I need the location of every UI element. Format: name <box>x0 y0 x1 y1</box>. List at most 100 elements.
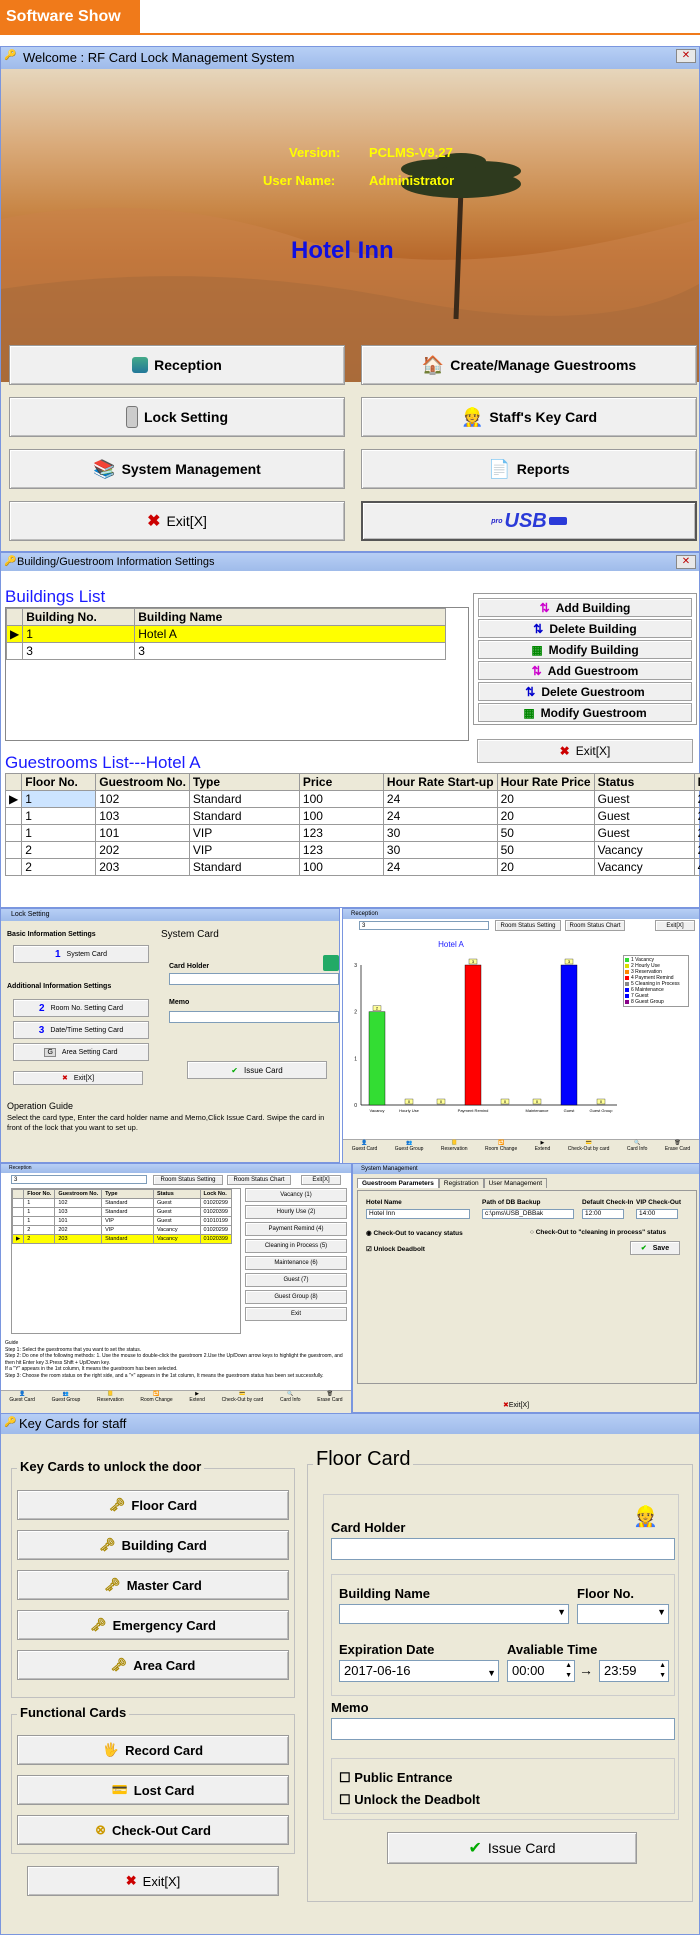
tab-user-management[interactable]: User Management <box>483 1178 548 1188</box>
table-row[interactable]: ▶ 2 203 Standard Vacancy 01020399 <box>11 1234 233 1244</box>
table-row[interactable]: 1 102 Standard Guest 01020299 <box>11 1198 233 1208</box>
room-status-chart-button[interactable]: Room Status Chart <box>565 920 625 931</box>
building-select[interactable]: 3 <box>11 1175 147 1184</box>
expiration-date-picker[interactable]: 2017-06-16 ▼ <box>339 1660 499 1682</box>
checkout-vacancy-radio[interactable]: ◉ Check-Out to vacancy status <box>366 1229 463 1237</box>
tool-guest-group[interactable]: 👥 Guest Group <box>395 1140 424 1163</box>
table-row[interactable]: 33 <box>5 642 446 660</box>
checkin-time-input[interactable]: 12:00 <box>582 1209 624 1219</box>
table-row[interactable]: 1 103 Standard Guest 01020399 <box>11 1207 233 1217</box>
side-exit-button[interactable]: Exit <box>245 1307 347 1321</box>
table-row[interactable]: 2202VIP1233050Vacancy2 <box>5 841 700 859</box>
table-row[interactable]: 2 202 VIP Vacancy 01020299 <box>11 1225 233 1235</box>
building-card-button[interactable]: 🗝 Building Card <box>17 1530 289 1560</box>
table-row[interactable]: 1 101 VIP Guest 01010199 <box>11 1216 233 1226</box>
room-status-chart-button[interactable]: Room Status Chart <box>227 1175 291 1185</box>
tool-erase-card[interactable]: 🗑 Erase Card <box>317 1391 342 1413</box>
lock-setting-button[interactable]: Lock Setting <box>9 397 345 437</box>
issue-card-button[interactable]: ✔ Issue Card <box>187 1061 327 1079</box>
end-time-spinner[interactable]: 23:59 ▲ ▼ <box>599 1660 669 1682</box>
area-card-button[interactable]: 🗝 Area Card <box>17 1650 289 1680</box>
delete-building-button[interactable]: ⇅ Delete Building <box>478 619 692 638</box>
tool-erase-card[interactable]: 🗑 Erase Card <box>665 1140 690 1163</box>
record-card-button[interactable]: 🖐 Record Card <box>17 1735 289 1765</box>
checkout-cleaning-radio[interactable]: ○ Check-Out to "cleaning in process" sta… <box>530 1229 666 1236</box>
checkout-card-button[interactable]: ⊗ Check-Out Card <box>17 1815 289 1845</box>
tool-room-change[interactable]: 🔁 Room Change <box>140 1391 172 1413</box>
tool-guest-card[interactable]: 👤 Guest Card <box>352 1140 378 1163</box>
tool-checkout[interactable]: 💳 Check-Out by card <box>568 1140 610 1163</box>
tool-guest-card[interactable]: 👤 Guest Card <box>9 1391 35 1413</box>
area-setting-button[interactable]: G Area Setting Card <box>13 1043 149 1061</box>
add-guestroom-button[interactable]: ⇅ Add Guestroom <box>478 661 692 680</box>
emergency-card-button[interactable]: 🗝 Emergency Card <box>17 1610 289 1640</box>
modify-guestroom-button[interactable]: ▦ Modify Guestroom <box>478 703 692 722</box>
tool-reservation[interactable]: 📒 Reservation <box>441 1140 468 1163</box>
datetime-setting-button[interactable]: 3 Date/Time Setting Card <box>13 1021 149 1039</box>
reports-button[interactable]: 📄 Reports <box>361 449 697 489</box>
room-status-setting-button[interactable]: Room Status Setting <box>495 920 561 931</box>
maintenance-button[interactable]: Maintenance (6) <box>245 1256 347 1270</box>
tool-reservation[interactable]: 📒 Reservation <box>97 1391 124 1413</box>
usb-button[interactable]: pro USB <box>361 501 697 541</box>
floor-card-button[interactable]: 🗝 Floor Card <box>17 1490 289 1520</box>
tab-guestroom-parameters[interactable]: Guestroom Parameters <box>357 1178 439 1188</box>
staff-exit-button[interactable]: ✖ Exit[X] <box>27 1866 279 1896</box>
tool-checkout[interactable]: 💳 Check-Out by card <box>222 1391 264 1413</box>
close-button[interactable]: ✕ <box>676 49 696 63</box>
save-button[interactable]: ✔ Save <box>630 1241 680 1255</box>
table-row[interactable]: ▶1102Standard1002420Guest2 <box>5 790 700 808</box>
reception-button[interactable]: Reception <box>9 345 345 385</box>
staff-key-card-button[interactable]: 👷 Staff's Key Card <box>361 397 697 437</box>
master-card-button[interactable]: 🗝 Master Card <box>17 1570 289 1600</box>
hotel-name-input[interactable]: Hotel Inn <box>366 1209 470 1219</box>
building-name-select[interactable]: ▼ <box>339 1604 569 1624</box>
table-row[interactable]: 1103Standard1002420Guest2 <box>5 807 700 825</box>
vip-checkout-input[interactable]: 14:00 <box>636 1209 678 1219</box>
add-building-button[interactable]: ⇅ Add Building <box>478 598 692 617</box>
delete-guestroom-button[interactable]: ⇅ Delete Guestroom <box>478 682 692 701</box>
issue-card-button[interactable]: ✔ Issue Card <box>387 1832 637 1864</box>
card-holder-input[interactable] <box>169 973 339 985</box>
close-button[interactable]: ✕ <box>676 555 696 569</box>
tool-room-change[interactable]: 🔁 Room Change <box>485 1140 517 1163</box>
system-management-button[interactable]: 📚 System Management <box>9 449 345 489</box>
start-time-spinner[interactable]: 00:00 ▲ ▼ <box>507 1660 575 1682</box>
table-row[interactable]: 2203Standard1002420Vacancy4 <box>5 858 700 876</box>
guest-group-button[interactable]: Guest Group (8) <box>245 1290 347 1304</box>
reception-exit-button[interactable]: Exit[X] <box>301 1175 341 1185</box>
cleaning-button[interactable]: Cleaning in Process (5) <box>245 1239 347 1253</box>
tool-extend[interactable]: ▶ Extend <box>189 1391 205 1413</box>
table-row[interactable]: ▶ 1 Hotel A <box>5 625 446 643</box>
exit-button[interactable]: ✖ Exit[X] <box>9 501 345 541</box>
sysmgmt-exit-button[interactable]: ✖Exit[X] <box>503 1401 529 1409</box>
room-status-setting-button[interactable]: Room Status Setting <box>153 1175 223 1185</box>
public-entrance-checkbox[interactable]: ☐ Public Entrance <box>339 1770 453 1786</box>
unlock-deadbolt-checkbox[interactable]: ☐ Unlock the Deadbolt <box>339 1792 480 1808</box>
db-path-input[interactable]: c:\pms\USB_DBBak <box>482 1209 574 1219</box>
lost-card-button[interactable]: 💳 Lost Card <box>17 1775 289 1805</box>
hourly-use-button[interactable]: Hourly Use (2) <box>245 1205 347 1219</box>
modify-building-button[interactable]: ▦ Modify Building <box>478 640 692 659</box>
tool-card-info[interactable]: 🔍 Card Info <box>280 1391 301 1413</box>
chart-exit-button[interactable]: Exit[X] <box>655 920 695 931</box>
tool-extend[interactable]: ▶ Extend <box>535 1140 551 1163</box>
tab-registration[interactable]: Registration <box>438 1178 484 1188</box>
lock-exit-button[interactable]: ✖ Exit[X] <box>13 1071 143 1085</box>
building-select[interactable]: 3 <box>359 921 489 930</box>
system-card-button[interactable]: 1 System Card <box>13 945 149 963</box>
memo-input[interactable] <box>169 1011 339 1023</box>
payment-remind-button[interactable]: Payment Remind (4) <box>245 1222 347 1236</box>
memo-input[interactable] <box>331 1718 675 1740</box>
create-manage-guestrooms-button[interactable]: 🏠 Create/Manage Guestrooms <box>361 345 697 385</box>
building-exit-button[interactable]: ✖ Exit[X] <box>477 739 693 763</box>
floor-no-select[interactable]: ▼ <box>577 1604 669 1624</box>
card-holder-input[interactable] <box>331 1538 675 1560</box>
tool-card-info[interactable]: 🔍 Card Info <box>627 1140 648 1163</box>
table-row[interactable]: 1101VIP1233050Guest2 <box>5 824 700 842</box>
tool-guest-group[interactable]: 👥 Guest Group <box>52 1391 81 1413</box>
guest-button[interactable]: Guest (7) <box>245 1273 347 1287</box>
room-no-setting-button[interactable]: 2 Room No. Setting Card <box>13 999 149 1017</box>
vacancy-button[interactable]: Vacancy (1) <box>245 1188 347 1202</box>
unlock-deadbolt-checkbox[interactable]: ☑ Unlock Deadbolt <box>366 1245 425 1253</box>
